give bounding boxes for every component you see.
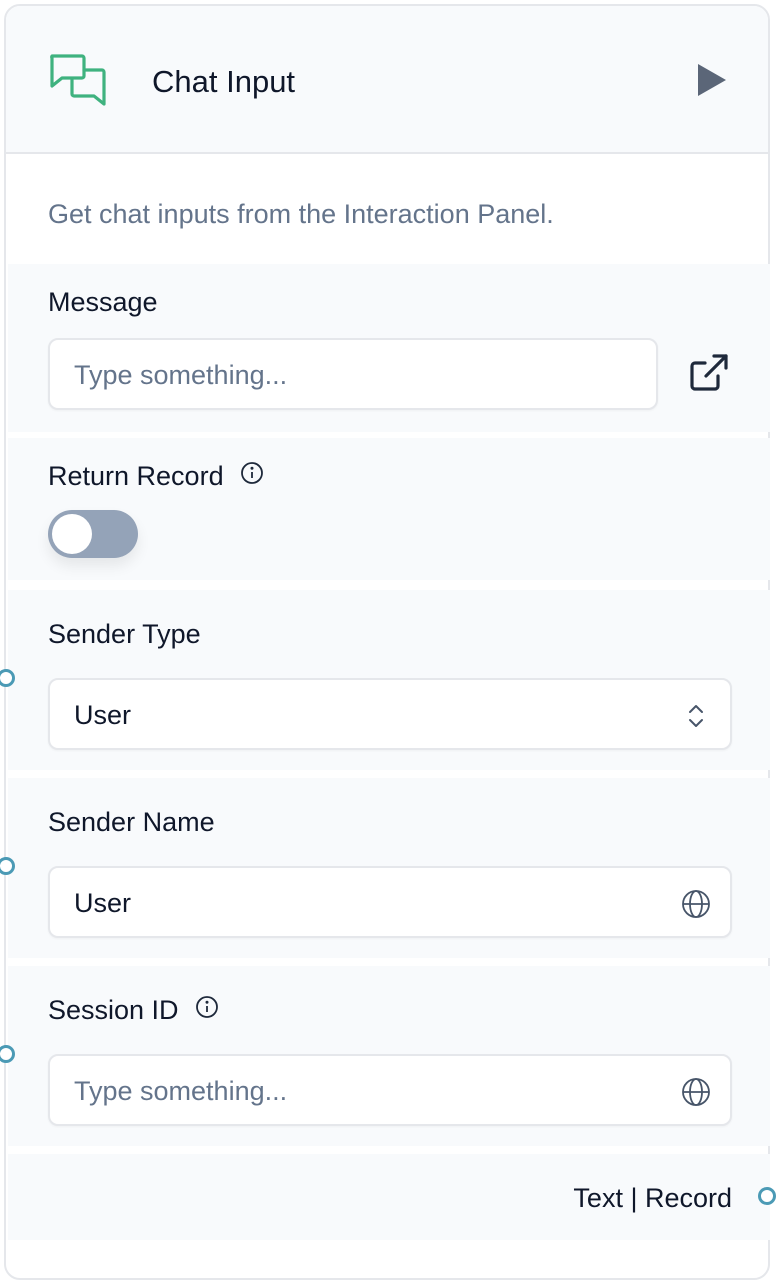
chevron-up-down-icon	[689, 705, 703, 727]
node-header: Chat Input	[6, 6, 768, 154]
sender-name-value: User	[74, 888, 132, 918]
chat-bubbles-icon	[50, 54, 106, 106]
sender-type-value: User	[74, 700, 132, 730]
output-handle[interactable]	[758, 1187, 776, 1205]
toggle-knob	[52, 514, 92, 554]
info-icon	[195, 996, 218, 1018]
node-description: Get chat inputs from the Interaction Pan…	[48, 199, 554, 229]
session-id-label: Session ID	[48, 995, 179, 1025]
chat-input-node: Chat Input Get chat inputs from the Inte…	[4, 4, 770, 1280]
globe-icon[interactable]	[680, 888, 712, 920]
session-id-input[interactable]: Type something...	[48, 1054, 732, 1126]
field-session-id: Session ID Type something...	[8, 966, 770, 1146]
globe-icon[interactable]	[680, 1076, 712, 1108]
sender-name-input[interactable]: User	[48, 866, 732, 938]
session-id-label-row: Session ID	[48, 992, 219, 1028]
session-id-placeholder: Type something...	[74, 1076, 288, 1106]
sender-type-select[interactable]: User	[48, 678, 732, 750]
message-input[interactable]: Type something...	[48, 338, 658, 410]
play-icon[interactable]	[690, 60, 730, 100]
message-placeholder: Type something...	[74, 360, 288, 390]
sender-type-label: Sender Type	[48, 619, 201, 649]
sender-name-label: Sender Name	[48, 807, 215, 837]
info-icon	[240, 462, 263, 484]
output-row: Text | Record	[8, 1154, 770, 1240]
return-record-label: Return Record	[48, 461, 224, 491]
output-label: Text | Record	[573, 1183, 732, 1213]
field-return-record: Return Record	[8, 438, 770, 580]
field-sender-name: Sender Name User	[8, 778, 770, 958]
return-record-label-row: Return Record	[48, 458, 264, 494]
external-link-icon[interactable]	[688, 352, 730, 394]
field-sender-type: Sender Type User	[8, 590, 770, 770]
node-title: Chat Input	[152, 64, 296, 99]
field-message: Message Type something...	[8, 264, 770, 432]
message-label: Message	[48, 287, 158, 317]
return-record-toggle[interactable]	[48, 510, 138, 558]
